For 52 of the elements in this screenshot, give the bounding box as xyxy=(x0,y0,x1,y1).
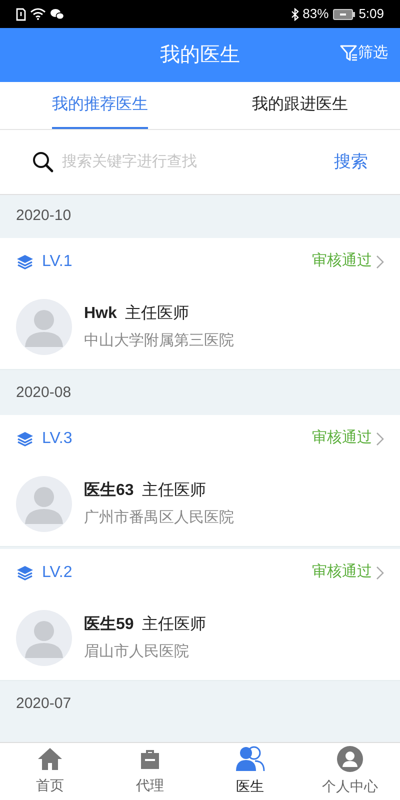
wifi-icon xyxy=(30,8,46,20)
battery-icon xyxy=(332,8,355,20)
status-label: 审核通过 xyxy=(312,428,372,448)
filter-icon xyxy=(340,44,358,62)
search-field[interactable]: 搜索关键字进行查找 xyxy=(62,150,326,174)
sim-icon xyxy=(16,8,26,20)
avatar-icon xyxy=(16,476,72,532)
status-label: 审核通过 xyxy=(312,562,372,582)
level-label: LV.3 xyxy=(42,428,72,448)
briefcase-icon xyxy=(138,747,162,771)
layers-icon xyxy=(16,430,34,446)
bluetooth-icon xyxy=(290,8,299,20)
hospital-name: 广州市番禺区人民医院 xyxy=(84,508,234,528)
level-label: LV.2 xyxy=(42,562,72,582)
nav-tab[interactable]: 个人中心 xyxy=(300,743,400,800)
page-title: 我的医生 xyxy=(160,43,240,68)
profile-icon xyxy=(337,746,363,772)
nav-tab[interactable]: 首页 xyxy=(0,743,100,800)
hospital-name: 中山大学附属第三医院 xyxy=(84,330,234,351)
doctor-name: 医生59 xyxy=(84,614,134,635)
clock: 5:09 xyxy=(358,5,384,24)
nav-tab[interactable]: 代理 xyxy=(100,743,200,800)
status-label: 审核通过 xyxy=(312,251,372,272)
search-icon xyxy=(32,151,54,173)
tab[interactable]: 我的跟进医生 xyxy=(252,82,348,129)
level-label: LV.1 xyxy=(42,252,72,272)
nav-tab[interactable]: 医生 xyxy=(200,743,300,800)
doctor-name: 医生63 xyxy=(84,480,134,501)
date-heading: 2020-08 xyxy=(16,383,72,404)
doctor-title: 主任医师 xyxy=(142,480,206,501)
date-heading: 2020-07 xyxy=(16,694,72,714)
doctor-card[interactable]: LV.3 审核通过 医生63 主任医师 广州市番禺区人民医院 xyxy=(0,415,400,547)
people-icon xyxy=(235,746,265,772)
chevron-right-icon xyxy=(376,432,384,446)
filter-button[interactable]: 筛选 xyxy=(340,42,388,64)
hospital-name: 眉山市人民医院 xyxy=(84,642,190,662)
layers-icon xyxy=(16,564,34,580)
chevron-right-icon xyxy=(376,566,384,580)
doctor-name: Hwk xyxy=(84,304,117,324)
chat-icon xyxy=(50,8,64,20)
avatar-icon xyxy=(16,299,72,355)
date-heading: 2020-10 xyxy=(16,206,72,226)
battery-percent: 83% xyxy=(302,5,329,24)
doctor-card[interactable]: LV.1 审核通过 Hwk 主任医师 中山大学附属第三医院 xyxy=(0,238,400,370)
search-button[interactable]: 搜索 xyxy=(334,149,368,175)
doctor-card[interactable]: LV.2 审核通过 医生59 主任医师 眉山市人民医院 xyxy=(0,549,400,681)
chevron-right-icon xyxy=(376,254,384,268)
doctor-title: 主任医师 xyxy=(124,304,189,324)
home-icon xyxy=(37,747,63,771)
layers-icon xyxy=(16,254,34,270)
avatar-icon xyxy=(16,610,72,666)
doctor-title: 主任医师 xyxy=(142,614,206,635)
